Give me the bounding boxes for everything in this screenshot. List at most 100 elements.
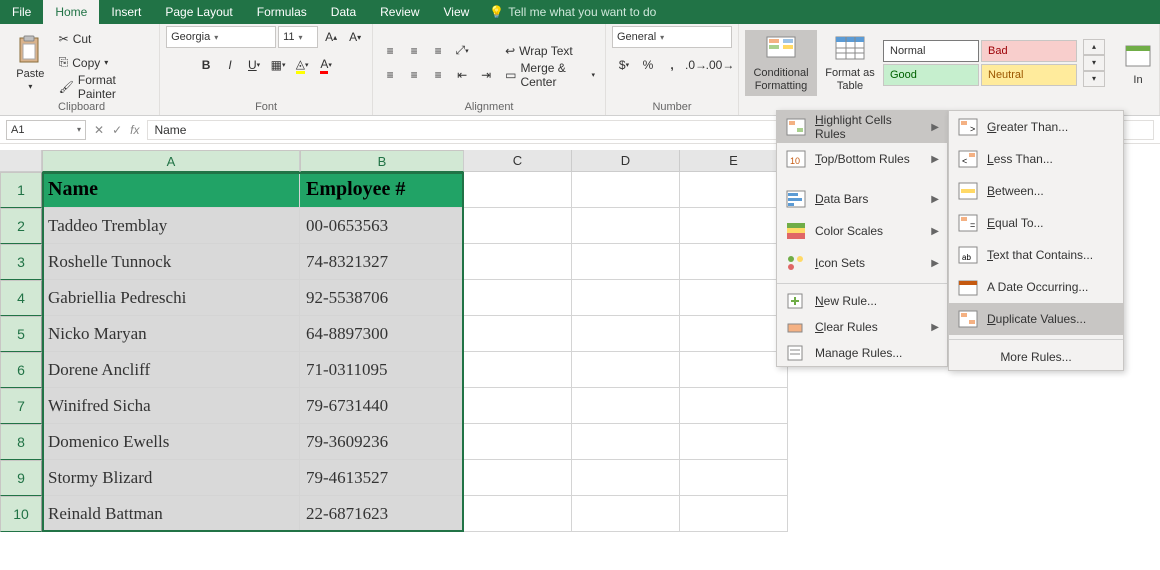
menu-manage-rules[interactable]: Manage Rules...	[777, 340, 947, 366]
cell[interactable]	[680, 316, 788, 352]
cell[interactable]	[464, 172, 572, 208]
conditional-formatting-button[interactable]: Conditional Formatting	[745, 30, 817, 96]
tell-me-search[interactable]: 💡 Tell me what you want to do	[481, 0, 664, 24]
cell[interactable]: Dorene Ancliff	[42, 352, 300, 388]
borders-button[interactable]: ▦▾	[267, 54, 289, 76]
tab-review[interactable]: Review	[368, 0, 431, 24]
row-header[interactable]: 1	[0, 172, 42, 208]
number-format-select[interactable]: General▾	[612, 26, 732, 48]
cell[interactable]: 74-8321327	[300, 244, 464, 280]
tab-page-layout[interactable]: Page Layout	[153, 0, 244, 24]
fx-button[interactable]: fx	[130, 123, 139, 137]
cell[interactable]: 00-0653563	[300, 208, 464, 244]
increase-decimal-button[interactable]: .0→	[685, 54, 707, 76]
row-header[interactable]: 6	[0, 352, 42, 388]
column-header[interactable]: E	[680, 150, 788, 172]
insert-cells-button[interactable]: In	[1123, 30, 1153, 96]
format-as-table-button[interactable]: Format as Table	[821, 30, 879, 96]
cell[interactable]	[680, 280, 788, 316]
row-header[interactable]: 4	[0, 280, 42, 316]
align-right-button[interactable]: ≡	[427, 64, 449, 86]
cell[interactable]	[464, 424, 572, 460]
cell[interactable]: Employee #	[300, 172, 464, 208]
menu-greater-than[interactable]: > Greater Than...	[949, 111, 1123, 143]
cell[interactable]: 79-4613527	[300, 460, 464, 496]
cell[interactable]: Winifred Sicha	[42, 388, 300, 424]
row-header[interactable]: 10	[0, 496, 42, 532]
cell[interactable]	[680, 208, 788, 244]
cell[interactable]	[464, 316, 572, 352]
row-header[interactable]: 3	[0, 244, 42, 280]
align-top-button[interactable]: ≡	[379, 40, 401, 62]
menu-data-bars[interactable]: Data Bars ▶	[777, 183, 947, 215]
format-painter-button[interactable]: 🖌Format Painter	[55, 76, 153, 98]
cell[interactable]	[464, 496, 572, 532]
cell[interactable]: Reinald Battman	[42, 496, 300, 532]
cell[interactable]	[464, 280, 572, 316]
grow-font-button[interactable]: A▴	[320, 26, 342, 48]
menu-icon-sets[interactable]: Icon Sets ▶	[777, 247, 947, 279]
cell[interactable]	[464, 460, 572, 496]
menu-top-bottom-rules[interactable]: 10 Top/Bottom Rules ▶	[777, 143, 947, 175]
row-header[interactable]: 2	[0, 208, 42, 244]
tab-view[interactable]: View	[432, 0, 482, 24]
menu-color-scales[interactable]: Color Scales ▶	[777, 215, 947, 247]
percent-button[interactable]: %	[637, 54, 659, 76]
font-size-select[interactable]: 11▾	[278, 26, 318, 48]
cell-style-bad[interactable]: Bad	[981, 40, 1077, 62]
cut-button[interactable]: ✂Cut	[55, 28, 153, 50]
cell[interactable]	[572, 280, 680, 316]
column-header[interactable]: A	[42, 150, 300, 172]
row-header[interactable]: 7	[0, 388, 42, 424]
cell[interactable]: Name	[42, 172, 300, 208]
cell[interactable]: 22-6871623	[300, 496, 464, 532]
styles-scroll-down[interactable]: ▾	[1083, 55, 1105, 71]
menu-highlight-cells-rules[interactable]: Highlight Cells Rules ▶	[777, 111, 947, 143]
currency-button[interactable]: $▾	[613, 54, 635, 76]
menu-between[interactable]: Between...	[949, 175, 1123, 207]
cell[interactable]	[680, 388, 788, 424]
tab-formulas[interactable]: Formulas	[245, 0, 319, 24]
underline-button[interactable]: U▾	[243, 54, 265, 76]
merge-center-button[interactable]: ▭Merge & Center▾	[501, 64, 599, 86]
cell[interactable]	[572, 388, 680, 424]
column-header[interactable]: B	[300, 150, 464, 172]
comma-button[interactable]: ,	[661, 54, 683, 76]
orientation-button[interactable]: ⤢▾	[451, 40, 473, 62]
cell[interactable]: 64-8897300	[300, 316, 464, 352]
cell[interactable]	[464, 208, 572, 244]
cell[interactable]	[572, 244, 680, 280]
menu-more-rules[interactable]: More Rules...	[949, 344, 1123, 370]
cell[interactable]: 79-6731440	[300, 388, 464, 424]
align-bottom-button[interactable]: ≡	[427, 40, 449, 62]
cell[interactable]	[464, 352, 572, 388]
cell[interactable]	[680, 424, 788, 460]
copy-button[interactable]: ⎘Copy▾	[55, 52, 153, 74]
italic-button[interactable]: I	[219, 54, 241, 76]
font-color-button[interactable]: A▾	[315, 54, 337, 76]
cell[interactable]	[680, 172, 788, 208]
column-header[interactable]: C	[464, 150, 572, 172]
cell[interactable]: Roshelle Tunnock	[42, 244, 300, 280]
cell[interactable]	[572, 496, 680, 532]
cell[interactable]	[680, 460, 788, 496]
tab-home[interactable]: Home	[43, 0, 99, 24]
align-middle-button[interactable]: ≡	[403, 40, 425, 62]
row-header[interactable]: 9	[0, 460, 42, 496]
menu-less-than[interactable]: < Less Than...	[949, 143, 1123, 175]
cell-style-neutral[interactable]: Neutral	[981, 64, 1077, 86]
indent-increase-button[interactable]: ⇥	[475, 64, 497, 86]
cell[interactable]	[464, 388, 572, 424]
cell[interactable]	[680, 244, 788, 280]
cell[interactable]: Stormy Blizard	[42, 460, 300, 496]
tab-insert[interactable]: Insert	[99, 0, 153, 24]
font-name-select[interactable]: Georgia▾	[166, 26, 276, 48]
column-header[interactable]: D	[572, 150, 680, 172]
shrink-font-button[interactable]: A▾	[344, 26, 366, 48]
paste-button[interactable]: Paste ▾	[10, 30, 51, 96]
menu-new-rule[interactable]: New Rule...	[777, 288, 947, 314]
cell[interactable]	[572, 208, 680, 244]
cell[interactable]	[572, 352, 680, 388]
cell[interactable]	[572, 316, 680, 352]
cell[interactable]: Nicko Maryan	[42, 316, 300, 352]
